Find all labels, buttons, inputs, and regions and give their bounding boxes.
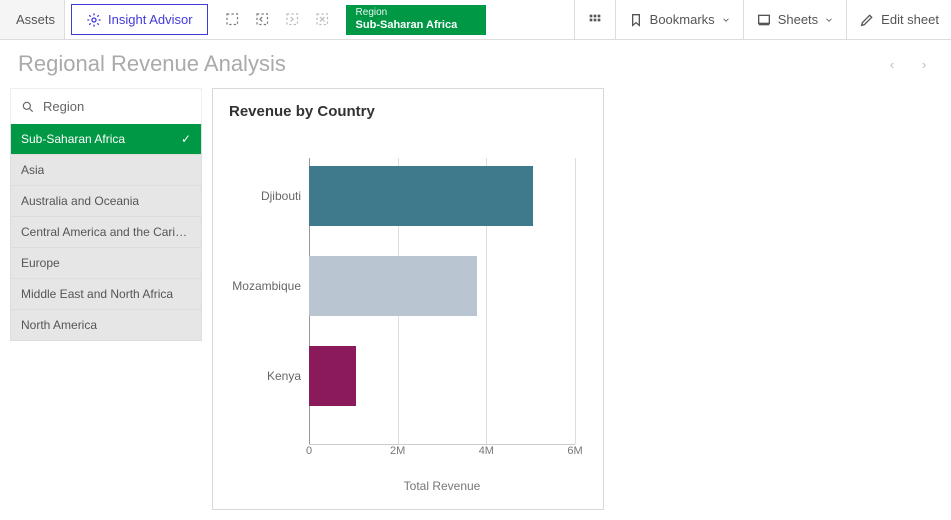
edit-sheet-button[interactable]: Edit sheet bbox=[846, 0, 951, 39]
check-icon: ✓ bbox=[181, 132, 191, 146]
prev-sheet-button[interactable]: ‹ bbox=[883, 57, 901, 72]
region-filter-pane: Region Sub-Saharan Africa✓AsiaAustralia … bbox=[10, 88, 202, 510]
filter-field-name: Region bbox=[43, 99, 84, 114]
selection-chip[interactable]: Region Sub-Saharan Africa bbox=[346, 5, 486, 35]
sheets-icon bbox=[756, 12, 772, 28]
clear-selection-icon[interactable] bbox=[310, 7, 336, 33]
toolbar-right: Bookmarks Sheets Edit sheet bbox=[574, 0, 951, 39]
main-area: Region Sub-Saharan Africa✓AsiaAustralia … bbox=[0, 88, 951, 520]
x-tick: 6M bbox=[567, 445, 582, 457]
filter-item[interactable]: Central America and the Cari… bbox=[10, 217, 202, 248]
chart-title: Revenue by Country bbox=[229, 103, 587, 120]
insight-advisor-button[interactable]: Insight Advisor bbox=[71, 4, 208, 35]
pencil-icon bbox=[859, 12, 875, 28]
search-icon bbox=[21, 100, 35, 114]
bookmarks-label: Bookmarks bbox=[650, 12, 715, 27]
sheets-button[interactable]: Sheets bbox=[743, 0, 846, 39]
selection-field-value: Sub-Saharan Africa bbox=[356, 19, 476, 32]
y-category-label: Kenya bbox=[221, 369, 301, 383]
lasso-add-icon[interactable] bbox=[220, 7, 246, 33]
filter-search[interactable]: Region bbox=[10, 88, 202, 124]
x-tick: 0 bbox=[306, 445, 312, 457]
next-sheet-button[interactable]: › bbox=[915, 57, 933, 72]
chart-body[interactable]: DjiboutiMozambiqueKenya 02M4M6M Total Re… bbox=[229, 128, 587, 501]
revenue-chart-card: Revenue by Country Djibouti Mozambique Ken… bbox=[212, 88, 604, 510]
title-row: Regional Revenue Analysis ‹ › bbox=[0, 40, 951, 88]
insight-icon bbox=[86, 12, 102, 28]
step-forward-icon[interactable] bbox=[280, 7, 306, 33]
divider bbox=[64, 0, 65, 39]
bar[interactable] bbox=[309, 256, 477, 316]
filter-item[interactable]: Europe bbox=[10, 248, 202, 279]
filter-item[interactable]: Middle East and North Africa bbox=[10, 279, 202, 310]
y-category-label: Djibouti bbox=[221, 189, 301, 203]
selections-grid-button[interactable] bbox=[574, 0, 615, 39]
x-tick: 4M bbox=[479, 445, 494, 457]
filter-list: Sub-Saharan Africa✓AsiaAustralia and Oce… bbox=[10, 124, 202, 341]
filter-item[interactable]: Asia bbox=[10, 155, 202, 186]
chevron-down-icon bbox=[721, 15, 731, 25]
sheets-label: Sheets bbox=[778, 12, 818, 27]
selection-field-name: Region bbox=[356, 7, 476, 19]
filter-item[interactable]: Sub-Saharan Africa✓ bbox=[10, 124, 202, 155]
filter-item[interactable]: Australia and Oceania bbox=[10, 186, 202, 217]
top-toolbar: Assets Insight Advisor Region Sub-Sahara… bbox=[0, 0, 951, 40]
y-category-label: Mozambique bbox=[221, 279, 301, 293]
bookmark-icon bbox=[628, 12, 644, 28]
x-tick: 2M bbox=[390, 445, 405, 457]
assets-label: Assets bbox=[16, 12, 55, 27]
x-axis: 02M4M6M bbox=[309, 445, 575, 465]
filter-item[interactable]: North America bbox=[10, 310, 202, 341]
insight-label: Insight Advisor bbox=[108, 12, 193, 27]
step-back-icon[interactable] bbox=[250, 7, 276, 33]
page-title: Regional Revenue Analysis bbox=[18, 51, 286, 77]
selection-tools bbox=[214, 0, 342, 39]
bar[interactable] bbox=[309, 346, 356, 406]
grid-icon bbox=[587, 12, 603, 28]
bookmarks-button[interactable]: Bookmarks bbox=[615, 0, 743, 39]
sheet-nav: ‹ › bbox=[883, 57, 933, 72]
edit-label: Edit sheet bbox=[881, 12, 939, 27]
assets-button[interactable]: Assets bbox=[0, 0, 64, 39]
x-axis-label: Total Revenue bbox=[309, 479, 575, 493]
chevron-down-icon bbox=[824, 15, 834, 25]
bar[interactable] bbox=[309, 166, 533, 226]
